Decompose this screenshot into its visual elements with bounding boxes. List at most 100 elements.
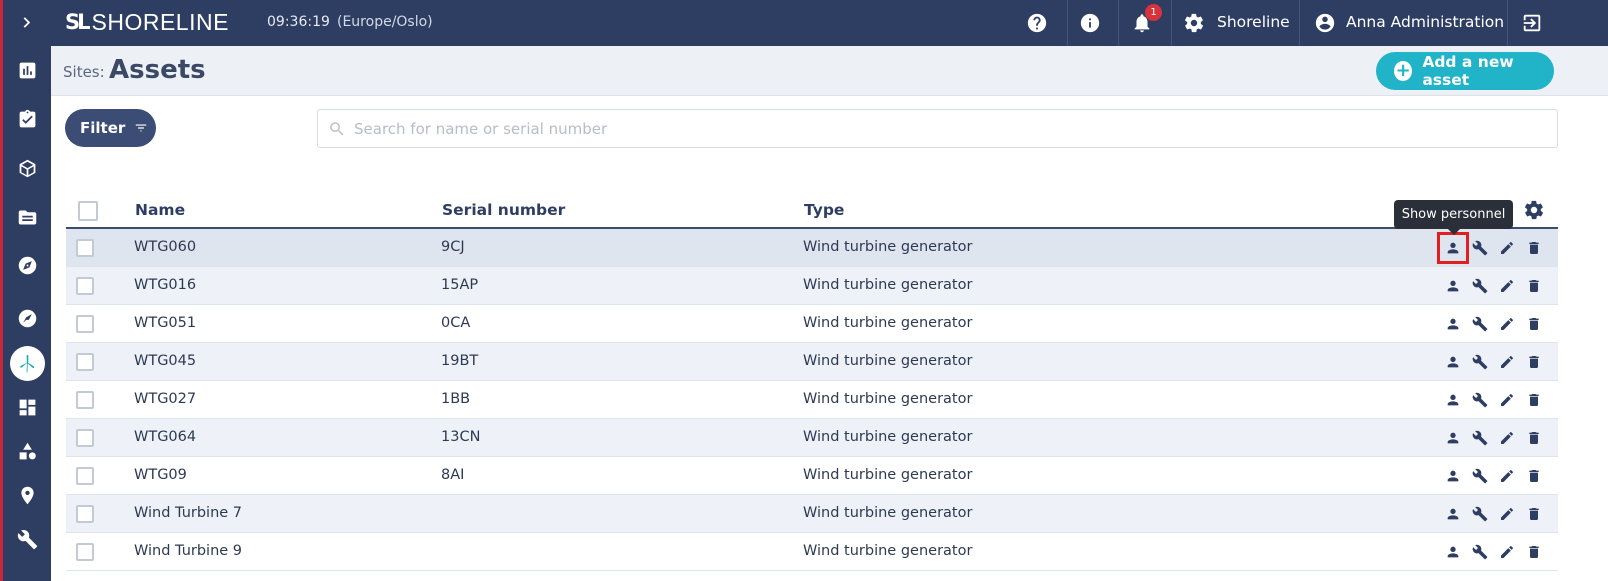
breadcrumb[interactable]: Sites: — [63, 63, 105, 81]
delete-button[interactable] — [1525, 277, 1543, 295]
cell-name: WTG016 — [134, 277, 197, 293]
shoreline-logo[interactable]: SL SHORELINE — [65, 8, 229, 36]
show-personnel-button[interactable] — [1437, 232, 1469, 264]
user-menu[interactable]: Anna Administration — [1346, 13, 1504, 31]
cell-serial: 8AI — [441, 467, 465, 483]
maintenance-button[interactable] — [1471, 391, 1489, 409]
add-asset-button[interactable]: + Add a new asset — [1376, 52, 1554, 90]
show-personnel-button[interactable] — [1444, 277, 1462, 295]
edit-button[interactable] — [1498, 505, 1516, 523]
show-personnel-button[interactable] — [1444, 353, 1462, 371]
sidebar-item-assets[interactable] — [3, 345, 51, 381]
maintenance-button[interactable] — [1471, 543, 1489, 561]
row-checkbox[interactable] — [76, 467, 94, 485]
delete-button[interactable] — [1525, 239, 1543, 257]
pencil-icon — [1501, 318, 1513, 330]
sidebar-item-categories[interactable] — [3, 433, 51, 469]
table-row[interactable]: WTG064 13CN Wind turbine generator — [66, 419, 1558, 457]
delete-button[interactable] — [1525, 467, 1543, 485]
wrench-icon — [1472, 430, 1488, 446]
bar-chart-icon — [19, 62, 35, 78]
cell-type: Wind turbine generator — [803, 315, 973, 331]
edit-button[interactable] — [1498, 315, 1516, 333]
table-row[interactable]: WTG045 19BT Wind turbine generator — [66, 343, 1558, 381]
assets-table: Name Serial number Type WTG060 9CJ Wind … — [66, 191, 1558, 571]
delete-button[interactable] — [1525, 543, 1543, 561]
sidebar-item-maintenance[interactable] — [3, 521, 51, 557]
maintenance-button[interactable] — [1471, 429, 1489, 447]
sidebar-item-dashboard[interactable] — [3, 389, 51, 425]
wrench-icon — [1472, 468, 1488, 484]
search-box[interactable] — [317, 109, 1558, 148]
sidebar-item-explore[interactable] — [3, 247, 51, 283]
person-icon — [1447, 356, 1459, 368]
clock-time: 09:36:19 — [267, 14, 330, 30]
column-header-serial[interactable]: Serial number — [442, 201, 565, 219]
maintenance-button[interactable] — [1471, 277, 1489, 295]
edit-button[interactable] — [1498, 239, 1516, 257]
table-row[interactable]: WTG09 8AI Wind turbine generator — [66, 457, 1558, 495]
logout-icon — [1523, 14, 1541, 32]
maintenance-button[interactable] — [1471, 315, 1489, 333]
edit-button[interactable] — [1498, 353, 1516, 371]
info-button[interactable] — [1077, 10, 1103, 36]
column-header-type[interactable]: Type — [804, 201, 844, 219]
delete-button[interactable] — [1525, 315, 1543, 333]
edit-button[interactable] — [1498, 543, 1516, 561]
notification-badge: 1 — [1145, 4, 1162, 21]
cell-type: Wind turbine generator — [803, 391, 973, 407]
row-checkbox[interactable] — [76, 277, 94, 295]
row-checkbox[interactable] — [76, 315, 94, 333]
sidebar-item-locations[interactable] — [3, 477, 51, 513]
settings-icon-wrap[interactable] — [1181, 10, 1207, 36]
row-checkbox[interactable] — [76, 429, 94, 447]
table-row[interactable]: WTG060 9CJ Wind turbine generator — [66, 229, 1558, 267]
tenant-settings-link[interactable]: Shoreline — [1217, 13, 1290, 31]
edit-button[interactable] — [1498, 391, 1516, 409]
left-sidebar — [0, 0, 51, 581]
sidebar-item-tasks[interactable] — [3, 101, 51, 137]
row-checkbox[interactable] — [76, 543, 94, 561]
maintenance-button[interactable] — [1471, 467, 1489, 485]
show-personnel-button[interactable] — [1444, 315, 1462, 333]
wrench-icon — [1472, 354, 1488, 370]
maintenance-button[interactable] — [1471, 505, 1489, 523]
show-personnel-button[interactable] — [1444, 467, 1462, 485]
edit-button[interactable] — [1498, 467, 1516, 485]
delete-button[interactable] — [1525, 391, 1543, 409]
delete-button[interactable] — [1525, 353, 1543, 371]
help-button[interactable] — [1024, 10, 1050, 36]
column-header-name[interactable]: Name — [135, 201, 185, 219]
delete-button[interactable] — [1525, 429, 1543, 447]
user-avatar[interactable] — [1312, 10, 1338, 36]
table-row[interactable]: WTG016 15AP Wind turbine generator — [66, 267, 1558, 305]
row-checkbox[interactable] — [76, 239, 94, 257]
row-checkbox[interactable] — [76, 505, 94, 523]
maintenance-button[interactable] — [1471, 353, 1489, 371]
sidebar-item-navigation[interactable] — [3, 300, 51, 336]
table-row[interactable]: WTG051 0CA Wind turbine generator — [66, 305, 1558, 343]
edit-button[interactable] — [1498, 277, 1516, 295]
row-checkbox[interactable] — [76, 391, 94, 409]
logout-button[interactable] — [1519, 10, 1545, 36]
show-personnel-button[interactable] — [1444, 543, 1462, 561]
show-personnel-button[interactable] — [1444, 391, 1462, 409]
sidebar-item-inventory[interactable] — [3, 150, 51, 186]
wrench-icon — [1472, 544, 1488, 560]
show-personnel-button[interactable] — [1444, 429, 1462, 447]
edit-button[interactable] — [1498, 429, 1516, 447]
maintenance-button[interactable] — [1471, 239, 1489, 257]
sidebar-item-documents[interactable] — [3, 199, 51, 235]
filter-button[interactable]: Filter — [65, 109, 156, 147]
table-row[interactable]: Wind Turbine 9 Wind turbine generator — [66, 533, 1558, 571]
sidebar-item-reports[interactable] — [3, 52, 51, 88]
table-row[interactable]: Wind Turbine 7 Wind turbine generator — [66, 495, 1558, 533]
expand-sidebar-button[interactable] — [3, 4, 51, 40]
row-checkbox[interactable] — [76, 353, 94, 371]
table-row[interactable]: WTG027 1BB Wind turbine generator — [66, 381, 1558, 419]
delete-button[interactable] — [1525, 505, 1543, 523]
show-personnel-button[interactable] — [1444, 505, 1462, 523]
search-input[interactable] — [354, 118, 1544, 140]
select-all-checkbox[interactable] — [78, 201, 98, 221]
table-settings-button[interactable] — [1523, 199, 1545, 221]
